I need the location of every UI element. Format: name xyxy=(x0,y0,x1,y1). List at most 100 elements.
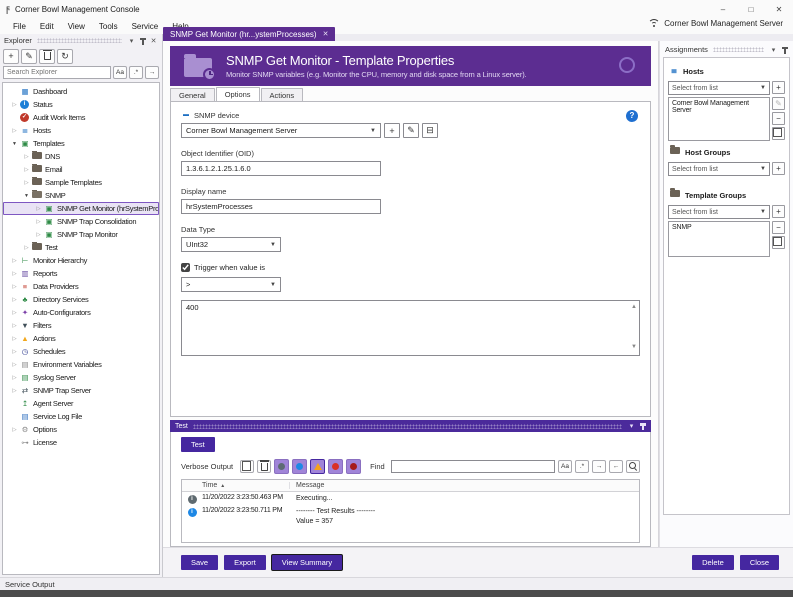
sidebar-item-monitor-hierarchy[interactable]: ▷ ⊢ Monitor Hierarchy xyxy=(3,254,159,267)
pin-icon[interactable] xyxy=(139,37,146,45)
sidebar-item-templates[interactable]: ▼ ▣ Templates xyxy=(3,137,159,150)
sidebar-item-agent-server[interactable]: ↥ Agent Server xyxy=(3,397,159,410)
copy-template-groups-button[interactable] xyxy=(772,236,785,249)
add-host-group-button[interactable]: + xyxy=(772,162,785,175)
tab-actions[interactable]: Actions xyxy=(260,88,304,101)
sidebar-item-status[interactable]: ▷ i Status xyxy=(3,98,159,111)
scroll-down-icon[interactable]: ▼ xyxy=(631,344,637,350)
chevron-down-icon[interactable]: ▾ xyxy=(627,422,636,430)
data-type-select[interactable]: UInt32 ▼ xyxy=(181,237,281,252)
sidebar-item-dns[interactable]: ▷ DNS xyxy=(3,150,159,163)
remove-host-button[interactable]: − xyxy=(772,112,785,125)
filter-info-toggle[interactable] xyxy=(292,459,308,474)
host-groups-select[interactable]: Select from list ▼ xyxy=(668,162,770,176)
add-host-button[interactable]: + xyxy=(772,81,785,94)
sidebar-item-environment-variables[interactable]: ▷ ▤ Environment Variables xyxy=(3,358,159,371)
filter-debug-toggle[interactable] xyxy=(274,459,290,474)
menu-file[interactable]: File xyxy=(6,20,33,33)
sidebar-item-data-providers[interactable]: ▷ ≡ Data Providers xyxy=(3,280,159,293)
sidebar-item-license[interactable]: ⊶ License xyxy=(3,436,159,449)
test-button[interactable]: Test xyxy=(181,437,215,452)
match-case-button[interactable]: Aa xyxy=(113,66,127,79)
filter-error-toggle[interactable] xyxy=(328,459,344,474)
hosts-select[interactable]: Select from list ▼ xyxy=(668,81,770,95)
tab-close-icon[interactable]: ✕ xyxy=(323,30,329,38)
filter-critical-toggle[interactable] xyxy=(346,459,362,474)
filter-notice-toggle[interactable] xyxy=(310,459,326,474)
find-match-case-button[interactable]: Aa xyxy=(558,460,572,473)
sidebar-item-options[interactable]: ▷ ⚙ Options xyxy=(3,423,159,436)
column-message[interactable]: Message xyxy=(290,482,324,489)
find-regex-button[interactable]: .* xyxy=(575,460,589,473)
sidebar-item-snmp-trap-consolidation[interactable]: ▷ ▣ SNMP Trap Consolidation xyxy=(3,215,159,228)
view-summary-button[interactable]: View Summary xyxy=(271,555,343,570)
trigger-checkbox[interactable] xyxy=(181,263,190,272)
hosts-list[interactable]: Corner Bowl Management Server xyxy=(668,97,770,141)
chevron-down-icon[interactable]: ▾ xyxy=(769,46,778,54)
find-next-button[interactable]: → xyxy=(592,460,606,473)
add-device-button[interactable]: + xyxy=(384,123,400,138)
sidebar-item-snmp-get-monitor[interactable]: ▷▣SNMP Get Monitor (hrSystemProcesses) xyxy=(3,202,159,215)
display-name-input[interactable] xyxy=(181,199,381,214)
template-groups-list[interactable]: SNMP xyxy=(668,221,770,257)
help-icon[interactable]: ? xyxy=(626,110,638,122)
delete-button[interactable]: Delete xyxy=(692,555,734,570)
table-row[interactable]: i 11/20/2022 3:23:50.711 PM -------- Tes… xyxy=(182,505,639,528)
threshold-textarea[interactable]: 400 xyxy=(181,300,640,356)
menu-tools[interactable]: Tools xyxy=(92,20,125,33)
find-search-button[interactable] xyxy=(626,460,640,473)
sidebar-item-syslog-server[interactable]: ▷ ▤ Syslog Server xyxy=(3,371,159,384)
template-groups-select[interactable]: Select from list ▼ xyxy=(668,205,770,219)
sidebar-item-test[interactable]: ▷ Test xyxy=(3,241,159,254)
column-time[interactable]: Time ▲ xyxy=(182,482,290,489)
sidebar-item-auto-configurators[interactable]: ▷ ✦ Auto-Configurators xyxy=(3,306,159,319)
sidebar-item-dashboard[interactable]: ▦ Dashboard xyxy=(3,85,159,98)
copy-button[interactable] xyxy=(240,460,255,473)
add-template-group-button[interactable]: + xyxy=(772,205,785,218)
minimize-button[interactable]: – xyxy=(709,0,737,18)
sidebar-item-snmp-trap-server[interactable]: ▷ ⇄ SNMP Trap Server xyxy=(3,384,159,397)
save-button[interactable]: Save xyxy=(181,555,219,570)
close-button[interactable]: ✕ xyxy=(765,0,793,18)
menu-view[interactable]: View xyxy=(61,20,92,33)
scroll-up-icon[interactable]: ▲ xyxy=(631,304,637,310)
copy-hosts-button[interactable] xyxy=(772,127,785,140)
delete-button[interactable] xyxy=(39,48,55,64)
edit-host-button[interactable]: ✎ xyxy=(772,97,785,110)
sidebar-item-schedules[interactable]: ▷ ◷ Schedules xyxy=(3,345,159,358)
host-list-item[interactable]: Corner Bowl Management Server xyxy=(672,100,766,114)
chevron-down-icon[interactable]: ▾ xyxy=(127,37,136,45)
search-go-button[interactable]: → xyxy=(145,66,159,79)
clear-button[interactable] xyxy=(257,460,272,473)
operator-select[interactable]: > ▼ xyxy=(181,277,281,292)
edit-button[interactable]: ✎ xyxy=(21,48,37,64)
template-group-list-item[interactable]: SNMP xyxy=(672,224,766,231)
remove-device-button[interactable]: ⊟ xyxy=(422,123,438,138)
tab-general[interactable]: General xyxy=(170,88,215,101)
tab-options[interactable]: Options xyxy=(215,87,260,101)
sidebar-item-email[interactable]: ▷ Email xyxy=(3,163,159,176)
sidebar-item-snmp-trap-monitor[interactable]: ▷ ▣ SNMP Trap Monitor xyxy=(3,228,159,241)
pin-icon[interactable] xyxy=(781,46,788,54)
regex-button[interactable]: .* xyxy=(129,66,143,79)
document-tab[interactable]: SNMP Get Monitor (hr...ystemProcesses) ✕ xyxy=(163,27,336,41)
sidebar-item-directory-services[interactable]: ▷ ♣ Directory Services xyxy=(3,293,159,306)
sidebar-item-audit-work-items[interactable]: ✓ Audit Work Items xyxy=(3,111,159,124)
sidebar-item-snmp[interactable]: ▼ SNMP xyxy=(3,189,159,202)
sidebar-item-service-log-file[interactable]: ▤ Service Log File xyxy=(3,410,159,423)
edit-device-button[interactable]: ✎ xyxy=(403,123,419,138)
snmp-device-select[interactable]: Corner Bowl Management Server ▼ xyxy=(181,123,381,138)
refresh-button[interactable]: ↻ xyxy=(57,48,73,64)
export-button[interactable]: Export xyxy=(224,555,266,570)
sidebar-item-sample-templates[interactable]: ▷ Sample Templates xyxy=(3,176,159,189)
menu-edit[interactable]: Edit xyxy=(33,20,61,33)
sidebar-item-filters[interactable]: ▷ ▼ Filters xyxy=(3,319,159,332)
maximize-button[interactable]: □ xyxy=(737,0,765,18)
close-panel-icon[interactable]: ✕ xyxy=(149,37,158,45)
add-button[interactable]: + xyxy=(3,48,19,64)
find-prev-button[interactable]: ← xyxy=(609,460,623,473)
table-row[interactable]: i 11/20/2022 3:23:50.463 PM Executing... xyxy=(182,492,639,505)
remove-template-group-button[interactable]: − xyxy=(772,221,785,234)
find-input[interactable] xyxy=(390,460,555,473)
pin-icon[interactable] xyxy=(639,422,646,430)
